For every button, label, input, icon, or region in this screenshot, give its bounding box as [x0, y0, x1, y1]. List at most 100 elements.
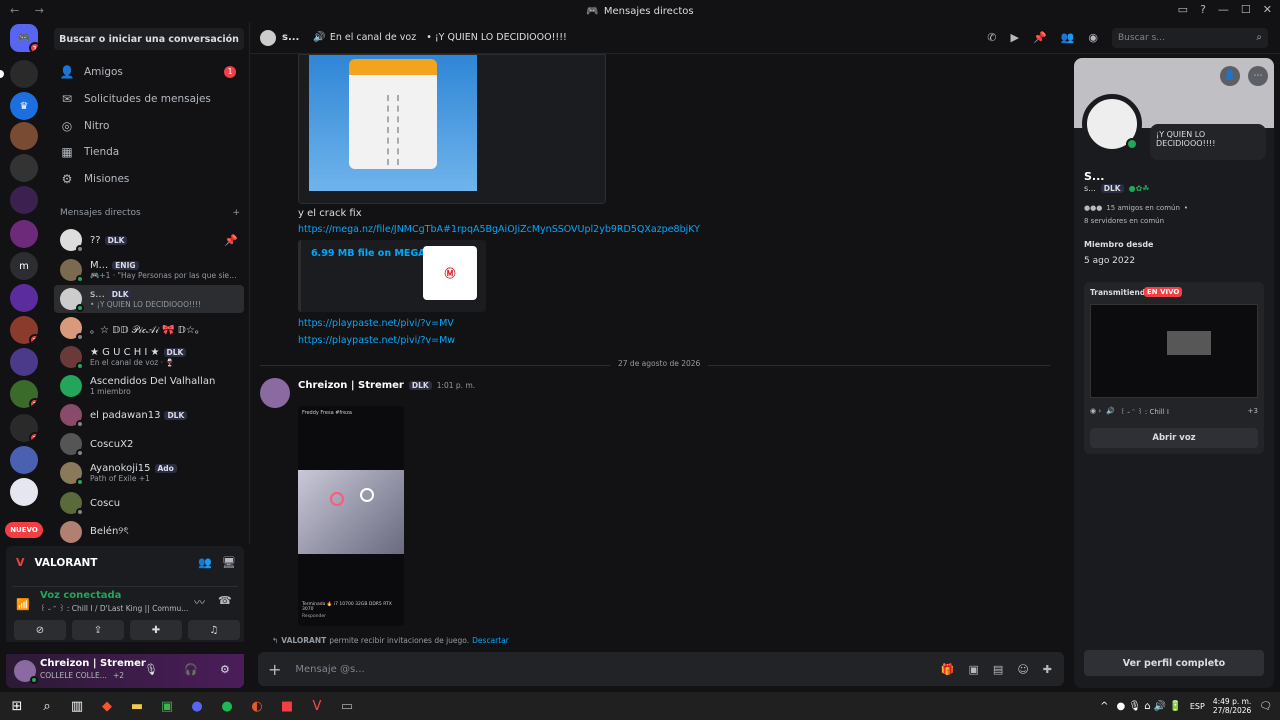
nav-message-requests[interactable]: ✉ Solicitudes de mensajes: [54, 87, 244, 111]
spotify-icon[interactable]: ●: [214, 695, 240, 717]
header-voice-label[interactable]: En el canal de voz: [330, 32, 416, 43]
home-button[interactable]: 🎮 1: [10, 24, 38, 52]
mutual-servers[interactable]: 8 servidores en común: [1084, 217, 1164, 225]
help-icon[interactable]: ?: [1200, 3, 1206, 16]
task-view-icon[interactable]: ▥: [64, 695, 90, 717]
video-icon[interactable]: ▶: [1011, 31, 1019, 44]
upload-plus-icon[interactable]: +: [268, 660, 281, 679]
screen-icon[interactable]: 🖥: [222, 556, 236, 569]
add-friends-dm-icon[interactable]: 👥: [1061, 31, 1075, 44]
add-friend-icon[interactable]: 👥: [198, 556, 212, 569]
close-button[interactable]: ✕: [1263, 3, 1272, 16]
server-icon[interactable]: [10, 446, 38, 474]
stream-preview[interactable]: [1090, 304, 1258, 398]
back-forward-icon[interactable]: ← →: [10, 4, 50, 17]
windows-start-icon[interactable]: ⊞: [4, 695, 30, 717]
dm-item[interactable]: CoscuX2: [54, 430, 244, 458]
tray-icons[interactable]: ● 🎙 ⌂ 🔊 🔋: [1116, 701, 1181, 712]
app-icon[interactable]: ▭: [334, 695, 360, 717]
pin-icon[interactable]: 📌: [1033, 31, 1047, 44]
language-indicator[interactable]: ESP: [1190, 702, 1205, 711]
nav-quests[interactable]: ⚙ Misiones: [54, 167, 244, 191]
dismiss-link[interactable]: Descartar: [472, 636, 509, 645]
server-icon[interactable]: 2: [10, 414, 38, 442]
maximize-button[interactable]: ☐: [1241, 3, 1251, 16]
user-avatar[interactable]: [14, 660, 38, 684]
screenshot-attachment[interactable]: Freddy Fresa #freza Terminada 🔥 i7 10700…: [298, 406, 404, 626]
voice-channel[interactable]: ꒰ ˶ ᵔ ꒱ : Chill I / D'Last King || Commu…: [40, 603, 190, 613]
tray-chevron-icon[interactable]: ^: [1100, 701, 1108, 712]
server-icon[interactable]: [10, 478, 38, 506]
find-conversation-button[interactable]: Buscar o iniciar una conversación: [54, 28, 244, 50]
mega-embed[interactable]: 6.99 MB file on MEGA Ⓜ: [298, 240, 486, 312]
voice-status[interactable]: Voz conectada: [40, 590, 121, 601]
dm-item[interactable]: ?? DLK 📌: [54, 226, 244, 254]
mutual-friends[interactable]: 15 amigos en común: [1106, 204, 1180, 212]
stream-channel[interactable]: ꒰ ˶ ᵔ ꒱ : Chill I: [1120, 406, 1169, 416]
dm-item[interactable]: el padawan13 DLK: [54, 401, 244, 429]
notification-icon[interactable]: 🗨: [1259, 701, 1272, 712]
server-icon[interactable]: 2: [10, 316, 38, 344]
disconnect-icon[interactable]: ☎: [218, 594, 232, 607]
search-box[interactable]: Buscar s... ⌕: [1112, 27, 1268, 48]
brave-icon[interactable]: ◆: [94, 695, 120, 717]
user-name[interactable]: Chreizon | Stremer: [40, 658, 146, 669]
add-friend-icon[interactable]: 👤: [1220, 66, 1240, 86]
user-profile-icon[interactable]: ◉: [1088, 31, 1098, 44]
more-options-icon[interactable]: ⋯: [1248, 66, 1268, 86]
nav-friends[interactable]: 👤 Amigos 1: [54, 60, 244, 84]
header-name[interactable]: s...: [282, 32, 299, 43]
server-icon[interactable]: 1: [10, 380, 38, 408]
inbox-icon[interactable]: ▭: [1178, 3, 1188, 16]
dm-item[interactable]: Ascendidos Del Valhallan 1 miembro: [54, 372, 244, 400]
riot-icon[interactable]: ■: [274, 695, 300, 717]
dm-item[interactable]: Belén୨ৎ: [54, 518, 244, 546]
dm-item-active[interactable]: s... DLK • ¡Y QUIEN LO DECIDIOOO!!!!: [54, 285, 244, 313]
gif-icon[interactable]: ▣: [969, 663, 979, 676]
mega-embed-title[interactable]: 6.99 MB file on MEGA: [311, 248, 426, 259]
playpaste-link-1[interactable]: https://playpaste.net/pivi/?v=MV: [298, 318, 454, 329]
dm-item[interactable]: Ayanokoji15 Ado Path of Exile +1: [54, 459, 244, 487]
settings-icon[interactable]: ⚙: [220, 663, 230, 676]
microphone-icon[interactable]: 🎙: [144, 663, 158, 676]
server-icon[interactable]: m: [10, 252, 38, 280]
minimize-button[interactable]: —: [1218, 3, 1229, 16]
message-author[interactable]: Chreizon | Stremer: [298, 380, 404, 391]
server-icon[interactable]: [10, 348, 38, 376]
open-voice-button[interactable]: Abrir voz: [1090, 428, 1258, 448]
message-composer[interactable]: + Mensaje @s... 🎁 ▣ ▤ ☺ ✚: [258, 652, 1064, 686]
server-icon[interactable]: [10, 284, 38, 312]
server-icon[interactable]: [10, 154, 38, 182]
nav-shop[interactable]: ▦ Tienda: [54, 140, 244, 164]
server-icon[interactable]: [10, 186, 38, 214]
playpaste-link-2[interactable]: https://playpaste.net/pivi/?v=Mw: [298, 335, 455, 346]
app-icon[interactable]: ◐: [244, 695, 270, 717]
mega-link[interactable]: https://mega.nz/file/JNMCgTbA#1rpqA5BgAi…: [298, 224, 700, 235]
apps-icon[interactable]: ✚: [1043, 663, 1052, 676]
nav-nitro[interactable]: ◎ Nitro: [54, 114, 244, 138]
dm-item[interactable]: M... ENIG 🎮+1 · "Hay Personas por las que …: [54, 256, 244, 284]
dm-item[interactable]: Coscu: [54, 489, 244, 517]
activities-button[interactable]: ✚: [130, 620, 182, 640]
screen-share-button[interactable]: ⇪: [72, 620, 124, 640]
camera-button[interactable]: ⊘: [14, 620, 66, 640]
crown-server-icon[interactable]: ♛: [10, 92, 38, 120]
valorant-taskbar-icon[interactable]: V: [304, 695, 330, 717]
emoji-icon[interactable]: ☺: [1017, 663, 1028, 676]
message-avatar[interactable]: [260, 378, 290, 408]
discord-taskbar-icon[interactable]: ●: [184, 695, 210, 717]
store-icon[interactable]: ▣: [154, 695, 180, 717]
server-icon[interactable]: [10, 220, 38, 248]
dm-item[interactable]: 。☆ 𝔻𝔻 𝒫𝒾𝒸𝒜𝒾 🎀 𝔻☆。: [54, 314, 244, 342]
call-icon[interactable]: ✆: [987, 31, 996, 44]
server-icon[interactable]: [10, 60, 38, 88]
view-full-profile-button[interactable]: Ver perfil completo: [1084, 650, 1264, 676]
zip-attachment[interactable]: [298, 54, 606, 204]
soundboard-button[interactable]: ♫: [188, 620, 240, 640]
clock[interactable]: 4:49 p. m. 27/8/2026: [1213, 697, 1251, 715]
noise-suppression-icon[interactable]: 〰: [194, 594, 205, 610]
file-explorer-icon[interactable]: ▬: [124, 695, 150, 717]
headphones-icon[interactable]: 🎧: [184, 663, 198, 676]
dm-item[interactable]: ★ G U C H I ★ DLK En el canal de voz · 🍷: [54, 343, 244, 371]
create-dm-icon[interactable]: +: [232, 208, 240, 218]
